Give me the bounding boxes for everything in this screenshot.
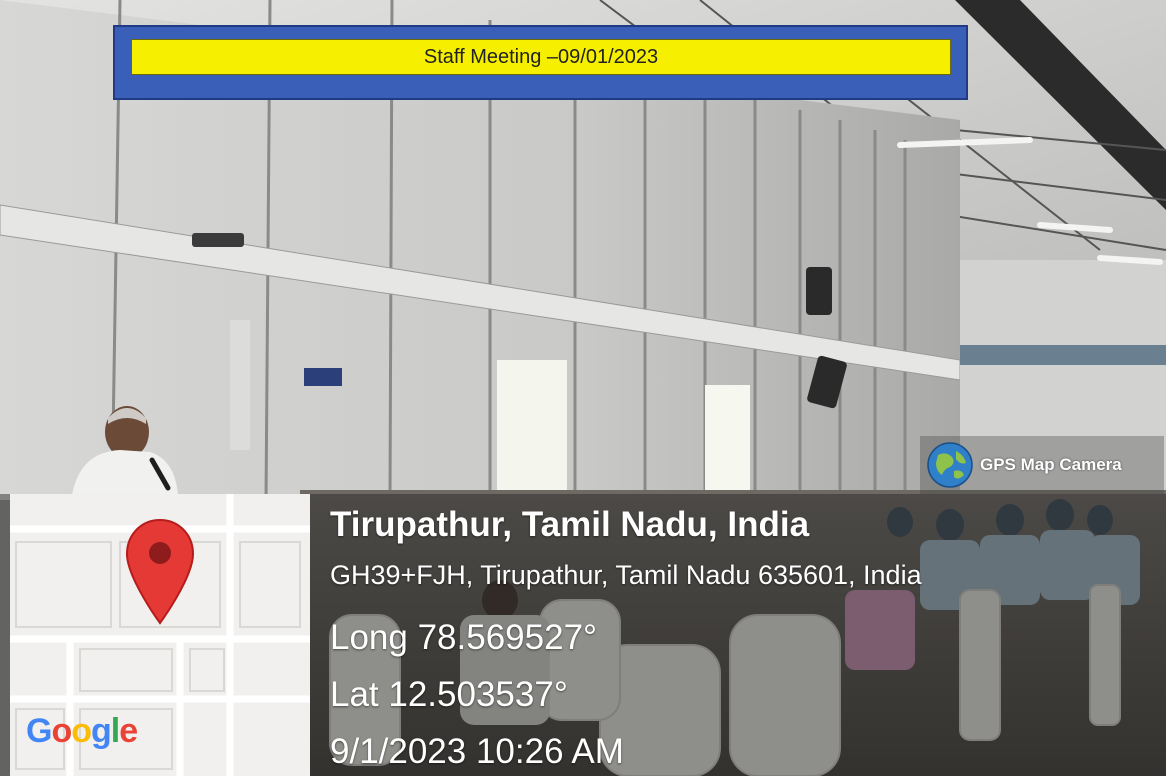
gps-map-camera-badge: GPS Map Camera [920,436,1164,494]
map-pin-icon [125,518,195,625]
address-line: GH39+FJH, Tirupathur, Tamil Nadu 635601,… [330,560,922,590]
longitude-value: Long 78.569527° [330,618,598,657]
meeting-title-bar: Staff Meeting –09/01/2023 [131,39,951,75]
place-name: Tirupathur, Tamil Nadu, India [330,505,810,544]
meeting-title: Staff Meeting –09/01/2023 [423,45,659,68]
globe-icon [927,442,973,488]
google-logo: Google [26,712,138,750]
gps-map-camera-label: GPS Map Camera [980,455,1122,474]
meeting-title-banner: Staff Meeting –09/01/2023 [113,25,968,100]
latitude-value: Lat 12.503537° [330,675,568,714]
timestamp: 9/1/2023 10:26 AM [330,732,624,771]
